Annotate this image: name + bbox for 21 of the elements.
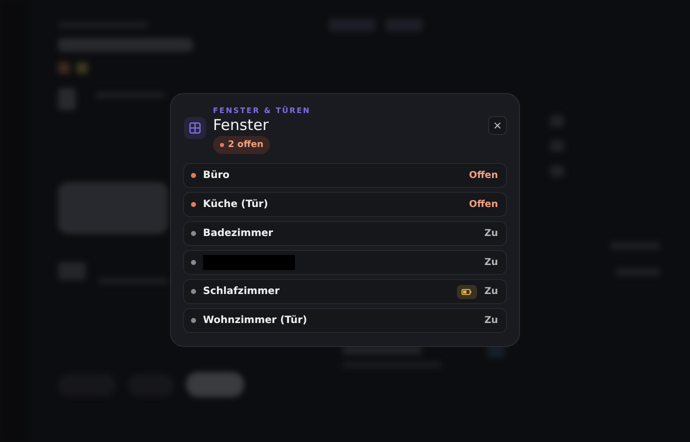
- dialog-title: Fenster: [213, 116, 269, 134]
- window-row[interactable]: Zu: [183, 250, 507, 275]
- window-row[interactable]: Wohnzimmer (Tür) Zu: [183, 308, 507, 333]
- room-name: Küche (Tür): [203, 199, 268, 210]
- status-label: Zu: [484, 228, 498, 239]
- room-name: Badezimmer: [203, 228, 274, 239]
- window-icon: [184, 117, 206, 139]
- status-label: Zu: [484, 257, 498, 268]
- status-label: Offen: [469, 170, 498, 181]
- open-count-badge: 2 offen: [213, 136, 270, 154]
- status-label: Zu: [484, 315, 498, 326]
- status-label: Offen: [469, 199, 498, 210]
- window-row[interactable]: Badezimmer Zu: [183, 221, 507, 246]
- window-row[interactable]: Küche (Tür) Offen: [183, 192, 507, 217]
- status-label: Zu: [484, 286, 498, 297]
- close-button[interactable]: ×: [488, 116, 507, 135]
- window-row[interactable]: Büro Offen: [183, 163, 507, 188]
- room-name: Wohnzimmer (Tür): [203, 315, 308, 326]
- room-name: Schlafzimmer: [203, 286, 280, 297]
- window-row[interactable]: Schlafzimmer Zu: [183, 279, 507, 304]
- room-name: Büro: [203, 170, 230, 181]
